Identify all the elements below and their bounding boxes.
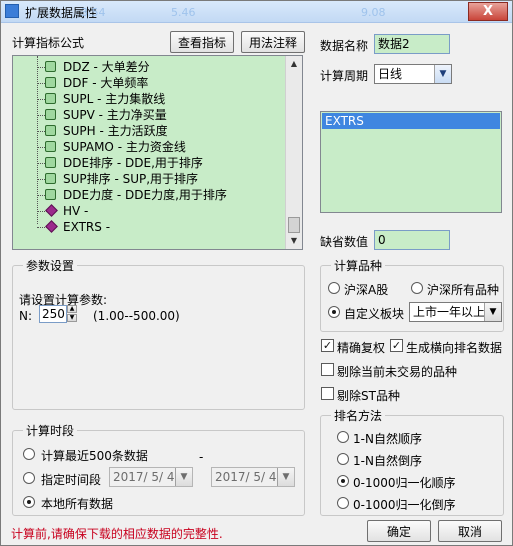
radio-rank-normalized-desc[interactable]	[337, 497, 349, 509]
radio-custom-block[interactable]	[328, 306, 340, 318]
radio-local-all-label: 本地所有数据	[41, 497, 114, 511]
variety-group-title: 计算品种	[331, 257, 386, 274]
list-scrollbar[interactable]: ▲ ▼	[285, 56, 302, 249]
period-group-title: 计算时段	[23, 422, 78, 439]
usage-notes-button[interactable]: 用法注释	[241, 31, 305, 53]
radio-a-shares-label: 沪深A股	[344, 283, 389, 297]
formula-leaf-icon	[45, 157, 56, 168]
checkbox-exclude-st[interactable]	[321, 387, 334, 400]
app-icon	[5, 4, 19, 18]
selected-formula-box[interactable]: EXTRS	[320, 111, 502, 213]
checkbox-cross-rank-label: 生成横向排名数据	[406, 341, 503, 355]
dialog-window: 扩展数据属性 3.54 5.46 9.08 X 计算指标公式 查看指标 用法注释…	[0, 0, 513, 546]
checkbox-cross-rank[interactable]: ✓	[390, 339, 403, 352]
chevron-down-icon[interactable]: ▼	[484, 303, 501, 321]
spin-down-icon[interactable]: ▼	[67, 314, 77, 322]
formula-leaf-icon	[45, 61, 56, 72]
formula-leaf-icon	[45, 141, 56, 152]
formula-list[interactable]: DDZ - 大单差分 DDF - 大单频率 SUPL - 主力集散线 SUPV …	[12, 55, 303, 250]
checkbox-exclude-untraded-label: 剔除当前未交易的品种	[337, 365, 458, 379]
date-dash: -	[199, 450, 204, 464]
checkbox-exclude-untraded[interactable]	[321, 363, 334, 376]
rank-group-title: 排名方法	[331, 407, 386, 424]
param-range: (1.00--500.00)	[93, 309, 180, 323]
radio-rank-normalized-desc-label: 0-1000归一化倒序	[353, 498, 456, 512]
radio-all-varieties-label: 沪深所有品种	[427, 283, 500, 297]
radio-rank-asc[interactable]	[337, 431, 349, 443]
scroll-thumb[interactable]	[288, 217, 300, 233]
radio-recent-500[interactable]	[23, 448, 35, 460]
param-n-input[interactable]: 250	[39, 305, 67, 323]
radio-rank-desc-label: 1-N自然倒序	[353, 454, 422, 468]
tree-line	[37, 56, 38, 224]
date-from-picker[interactable]: 2017/ 5/ 4 ▼	[109, 467, 193, 487]
date-to-picker[interactable]: 2017/ 5/ 4 ▼	[211, 467, 295, 487]
radio-rank-asc-label: 1-N自然顺序	[353, 432, 422, 446]
checkbox-exclude-st-label: 剔除ST品种	[337, 389, 400, 403]
chevron-down-icon[interactable]: ▼	[175, 468, 192, 486]
checkbox-precise-rights-label: 精确复权	[337, 341, 386, 355]
formula-leaf-icon	[45, 93, 56, 104]
scroll-down-icon[interactable]: ▼	[286, 233, 302, 249]
radio-date-range[interactable]	[23, 472, 35, 484]
cancel-button[interactable]: 取消	[438, 520, 502, 542]
formula-label: 计算指标公式	[12, 36, 85, 50]
radio-recent-500-label: 计算最近500条数据	[41, 449, 148, 463]
params-group: 参数设置	[12, 257, 305, 410]
default-value-label: 缺省数值	[320, 235, 369, 249]
formula-leaf-icon	[45, 109, 56, 120]
view-indicator-button[interactable]: 查看指标	[170, 31, 234, 53]
radio-rank-desc[interactable]	[337, 453, 349, 465]
watermark-text: 3.54	[81, 6, 106, 19]
default-value-input[interactable]: 0	[374, 230, 450, 250]
radio-rank-normalized-asc[interactable]	[337, 475, 349, 487]
watermark-text: 5.46	[171, 6, 196, 19]
checkbox-precise-rights[interactable]: ✓	[321, 339, 334, 352]
radio-all-varieties[interactable]	[411, 282, 423, 294]
radio-custom-block-label: 自定义板块	[344, 307, 405, 321]
formula-leaf-icon	[45, 125, 56, 136]
data-name-input[interactable]: 数据2	[374, 34, 450, 54]
spin-up-icon[interactable]: ▲	[67, 305, 77, 313]
selected-formula-item[interactable]: EXTRS	[322, 113, 500, 129]
close-icon[interactable]: X	[468, 2, 508, 21]
param-n-label: N:	[19, 309, 33, 323]
data-name-label: 数据名称	[320, 39, 369, 53]
custom-block-select[interactable]: 上市一年以上 ▼	[409, 302, 502, 322]
custom-formula-icon	[45, 220, 58, 233]
radio-date-range-label: 指定时间段	[41, 473, 102, 487]
watermark-text: 9.08	[361, 6, 386, 19]
warning-text: 计算前,请确保下载的相应数据的完整性.	[11, 527, 223, 541]
formula-leaf-icon	[45, 173, 56, 184]
scroll-up-icon[interactable]: ▲	[286, 56, 302, 72]
period-label: 计算周期	[320, 69, 369, 83]
formula-leaf-icon	[45, 189, 56, 200]
chevron-down-icon[interactable]: ▼	[277, 468, 294, 486]
chevron-down-icon[interactable]: ▼	[434, 65, 451, 83]
formula-leaf-icon	[45, 77, 56, 88]
title-bar: 扩展数据属性 3.54 5.46 9.08 X	[1, 1, 512, 23]
radio-local-all[interactable]	[23, 496, 35, 508]
radio-a-shares[interactable]	[328, 282, 340, 294]
period-select[interactable]: 日线 ▼	[374, 64, 452, 84]
ok-button[interactable]: 确定	[367, 520, 431, 542]
params-group-title: 参数设置	[23, 257, 78, 274]
radio-rank-normalized-asc-label: 0-1000归一化顺序	[353, 476, 456, 490]
custom-formula-icon	[45, 204, 58, 217]
